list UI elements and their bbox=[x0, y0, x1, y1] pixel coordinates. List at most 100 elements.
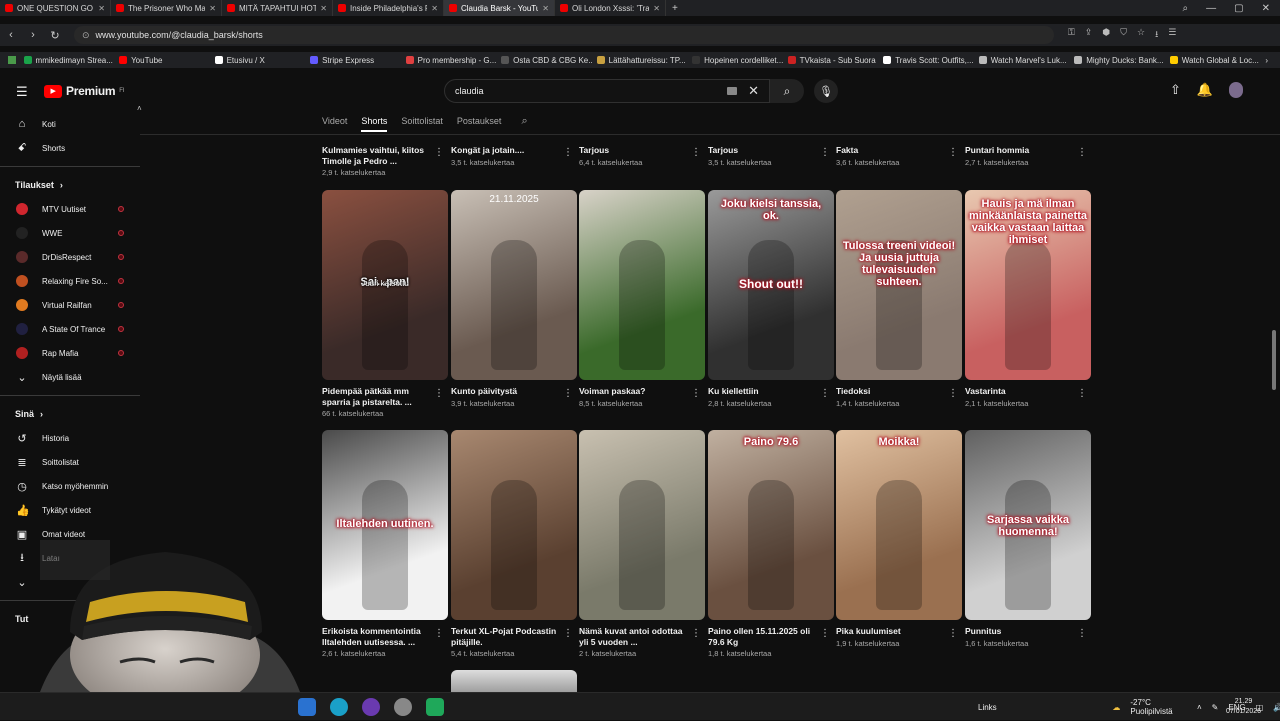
short-thumbnail[interactable]: Sai...pan! Juuri katsottu bbox=[322, 190, 448, 380]
more-options-icon[interactable]: ⋮ bbox=[563, 628, 573, 639]
short-title[interactable]: Ku kiellettiin bbox=[708, 386, 818, 397]
sidebar-item-thumb-up[interactable]: 👍 Tykätyt videot bbox=[0, 498, 140, 522]
bookmark-item[interactable]: Watch Global & Loc... bbox=[1169, 56, 1262, 65]
reload-icon[interactable]: ↻ bbox=[44, 29, 66, 42]
short-title[interactable]: Erikoista kommentointia Iltalehden uutis… bbox=[322, 626, 432, 647]
bookmark-item[interactable]: Stripe Express bbox=[310, 56, 402, 65]
short-title[interactable]: Kongät ja jotain.... bbox=[451, 145, 561, 156]
bookmark-item[interactable]: Etusivu / X bbox=[214, 56, 307, 65]
short-thumbnail[interactable]: Moikka! bbox=[836, 430, 962, 620]
more-options-icon[interactable]: ⋮ bbox=[1077, 628, 1087, 639]
tab-close-icon[interactable]: ✕ bbox=[431, 4, 438, 13]
search-button[interactable]: ⌕ bbox=[770, 79, 804, 103]
browser-tab[interactable]: Inside Philadelphia's Real ✕ bbox=[333, 0, 444, 16]
more-options-icon[interactable]: ⋮ bbox=[948, 628, 958, 639]
tab-close-icon[interactable]: ✕ bbox=[320, 4, 327, 13]
bookmark-item[interactable]: Hopeinen cordelliket... bbox=[692, 56, 784, 65]
short-title[interactable]: Tarjous bbox=[708, 145, 818, 156]
voice-search-button[interactable]: 🎙 bbox=[814, 79, 838, 103]
tab-close-icon[interactable]: ✕ bbox=[542, 4, 549, 13]
search-tabs-icon[interactable]: ⌕ bbox=[1183, 3, 1189, 14]
sidebar-item-history[interactable]: ↺ Historia bbox=[0, 426, 140, 450]
collapse-caret-icon[interactable]: ˄ bbox=[137, 104, 142, 113]
bookmark-item[interactable]: Lättähattureissu: TP... bbox=[596, 56, 689, 65]
shield-icon[interactable]: ⛉ bbox=[1120, 27, 1127, 43]
short-card[interactable]: Terkut XL-Pojat Podcastin pitäjille. 5,4 … bbox=[451, 430, 577, 670]
short-card[interactable]: Nämä kuvat antoi odottaa yli 5 vuoden ..… bbox=[579, 430, 705, 670]
subscription-item[interactable]: Virtual Railfan bbox=[0, 293, 140, 317]
bookmark-item[interactable]: Watch Marvel's Luk... bbox=[978, 56, 1071, 65]
hamburger-menu-icon[interactable]: ☰ bbox=[16, 84, 28, 100]
upload-icon[interactable]: ⇧ bbox=[1170, 82, 1181, 98]
short-thumbnail[interactable]: Paino 79.6 bbox=[708, 430, 834, 620]
youtube-logo[interactable]: ▶ Premium FI bbox=[44, 84, 124, 98]
subscription-item[interactable]: A State Of Trance bbox=[0, 317, 140, 341]
more-options-icon[interactable]: ⋮ bbox=[434, 388, 444, 399]
tab-close-icon[interactable]: ✕ bbox=[98, 4, 105, 13]
you-heading[interactable]: Sinä › bbox=[0, 402, 140, 426]
short-card[interactable]: Kulmamies vaihtui, kiitos Timolle ja Ped… bbox=[322, 135, 448, 187]
short-card[interactable]: 21.11.2025 Kunto päivitystä 3,9 t. katselu… bbox=[451, 190, 577, 430]
more-options-icon[interactable]: ⋮ bbox=[691, 388, 701, 399]
short-title[interactable]: Pidempää pätkää mm sparria ja pistarelta… bbox=[322, 386, 432, 407]
bookmark-item[interactable]: mmikedimayn Strea... bbox=[23, 56, 116, 65]
show-more-button[interactable]: ⌄ Näytä lisää bbox=[0, 365, 140, 389]
subscription-item[interactable]: Rap Mafia bbox=[0, 341, 140, 365]
short-thumbnail[interactable]: Tulossa treeni videoi! Ja uusia juttuja … bbox=[836, 190, 962, 380]
short-card[interactable]: Sarjassa vaikka huomenna! Punnitus 1,6 t. … bbox=[965, 430, 1091, 670]
browser-tab[interactable]: The Prisoner Who Made t✕ bbox=[111, 0, 222, 16]
pen-icon[interactable]: ✎ bbox=[1212, 703, 1219, 712]
channel-search-icon[interactable]: ⌕ bbox=[521, 115, 527, 132]
edge-app-icon[interactable] bbox=[330, 698, 348, 716]
sidebar-item-playlist[interactable]: ≣ Soittolistat bbox=[0, 450, 140, 474]
short-thumbnail[interactable] bbox=[451, 670, 577, 692]
menu-icon[interactable]: ☰ bbox=[1168, 27, 1176, 43]
bookmark-item[interactable]: Pro membership - G... bbox=[405, 56, 498, 65]
short-card[interactable]: Tulossa treeni videoi! Ja uusia juttuja … bbox=[836, 190, 962, 430]
channel-tab[interactable]: Shorts bbox=[361, 112, 388, 132]
browser-tab[interactable]: ONE QUESTION GO IS BA ✕ bbox=[0, 0, 111, 16]
short-title[interactable]: Voiman paskaa? bbox=[579, 386, 689, 397]
bookmark-item[interactable]: TVkaista - Sub Suora bbox=[787, 56, 880, 65]
more-options-icon[interactable]: ⋮ bbox=[820, 147, 830, 158]
more-options-icon[interactable]: ⋮ bbox=[948, 147, 958, 158]
short-thumbnail[interactable] bbox=[451, 430, 577, 620]
discord-app-icon[interactable] bbox=[362, 698, 380, 716]
url-bar[interactable]: ⊙ www.youtube.com/@claudia_barsk/shorts bbox=[74, 26, 1054, 44]
short-title[interactable]: Kunto päivitystä bbox=[451, 386, 561, 397]
browser-app-icon[interactable] bbox=[426, 698, 444, 716]
avatar[interactable] bbox=[1229, 82, 1244, 98]
short-thumbnail[interactable]: Sarjassa vaikka huomenna! bbox=[965, 430, 1091, 620]
channel-tab[interactable]: Soittolistat bbox=[401, 112, 443, 132]
short-card[interactable]: Puntari hommia 2,7 t. katselukertaa ⋮ bbox=[965, 135, 1091, 187]
short-card[interactable]: Tarjous 6,4 t. katselukertaa ⋮ bbox=[579, 135, 705, 187]
weather-icon[interactable]: ☁ bbox=[1112, 703, 1120, 712]
forward-icon[interactable]: › bbox=[22, 29, 44, 41]
more-options-icon[interactable]: ⋮ bbox=[434, 147, 444, 158]
tab-close-icon[interactable]: ✕ bbox=[653, 4, 660, 13]
links-toolbar[interactable]: Links bbox=[978, 703, 997, 712]
browser-tab[interactable]: Claudia Barsk - YouTube ✕ bbox=[444, 0, 555, 16]
short-card[interactable]: Tarjous 3,5 t. katselukertaa ⋮ bbox=[708, 135, 834, 187]
minimize-icon[interactable]: — bbox=[1206, 3, 1216, 14]
short-title[interactable]: Tiedoksi bbox=[836, 386, 946, 397]
short-card[interactable]: Iltalehden uutinen. Erikoista kommentoint… bbox=[322, 430, 448, 670]
close-icon[interactable]: ✕ bbox=[1262, 3, 1270, 14]
short-card[interactable]: Sai...pan! Juuri katsottu Pidempää pätkää … bbox=[322, 190, 448, 430]
subscription-item[interactable]: DrDisRespect bbox=[0, 245, 140, 269]
more-options-icon[interactable]: ⋮ bbox=[563, 388, 573, 399]
short-card[interactable]: Kongät ja jotain.... 3,5 t. katselukertaa… bbox=[451, 135, 577, 187]
more-options-icon[interactable]: ⋮ bbox=[434, 628, 444, 639]
extension-icon[interactable]: ⬢ bbox=[1102, 27, 1110, 43]
more-options-icon[interactable]: ⋮ bbox=[820, 628, 830, 639]
short-title[interactable]: Kulmamies vaihtui, kiitos Timolle ja Ped… bbox=[322, 145, 432, 166]
browser-tab[interactable]: MITÄ TAPAHTUI HOTELLI✕ bbox=[222, 0, 333, 16]
maximize-icon[interactable]: ▢ bbox=[1234, 3, 1243, 14]
notifications-bell-icon[interactable]: 🔔 bbox=[1197, 82, 1213, 98]
short-card[interactable]: Fakta 3,6 t. katselukertaa ⋮ bbox=[836, 135, 962, 187]
bookmark-item[interactable]: YouTube bbox=[119, 56, 211, 65]
tray-chevron-icon[interactable]: ˄ bbox=[1197, 703, 1202, 712]
short-title[interactable]: Paino ollen 15.11.2025 oli 79.6 Kg bbox=[708, 626, 818, 647]
subscription-item[interactable]: Relaxing Fire So... bbox=[0, 269, 140, 293]
short-title[interactable]: Pika kuulumiset bbox=[836, 626, 946, 637]
